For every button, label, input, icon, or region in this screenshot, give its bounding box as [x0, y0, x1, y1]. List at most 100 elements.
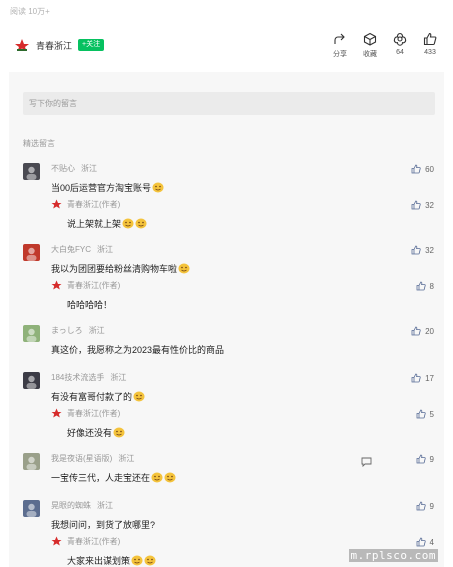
share-label: 分享 — [333, 51, 347, 58]
reply-like-button[interactable]: 8 — [416, 281, 434, 291]
reply-text-content: 大家来出谋划策 — [67, 556, 131, 566]
commenter-name[interactable]: まっしろ 浙江 — [51, 325, 105, 336]
comment-like-count: 20 — [425, 326, 434, 336]
comment-like-count: 17 — [425, 373, 434, 383]
comment-like-count: 32 — [425, 245, 434, 255]
comment-like-button[interactable]: 17 — [411, 373, 434, 383]
commenter-avatar[interactable] — [23, 325, 40, 342]
comment-text: 真这价，我愿称之为2023最有性价比的商品 — [51, 343, 224, 356]
comment-text-content: 我想问问，到货了放哪里? — [51, 520, 156, 530]
commenter-nickname[interactable]: 184技术流选手 — [51, 373, 104, 382]
thumbs-up-icon — [416, 501, 426, 511]
comment-text-content: 有没有富哥付款了的 — [51, 392, 133, 402]
comment-text: 当00后运营官方淘宝账号 — [51, 181, 164, 194]
commenter-location: 浙江 — [88, 326, 105, 335]
reply-text-content: 说上架就上架 — [67, 219, 122, 229]
collect-button[interactable]: 收藏 — [355, 32, 385, 59]
commenter-location: 浙江 — [97, 245, 113, 254]
share-icon — [334, 33, 345, 44]
commenter-avatar[interactable] — [23, 244, 40, 261]
thumbs-up-icon — [416, 281, 426, 291]
comment-like-button[interactable]: 9 — [416, 501, 434, 511]
commenter-name[interactable]: 不贴心 浙江 — [51, 163, 97, 174]
emoji-icon — [135, 218, 147, 229]
thumbs-up-icon — [416, 409, 426, 419]
comment-like-count: 9 — [429, 454, 434, 464]
flower-button[interactable]: 64 — [385, 32, 415, 59]
article-actions: 分享 收藏 64 433 — [325, 32, 445, 59]
comment-text: 我以为团团要给粉丝清购物车啦 — [51, 262, 190, 275]
reply-like-button[interactable]: 4 — [416, 537, 434, 547]
reply-text: 大家来出谋划策 — [67, 554, 156, 567]
follow-button[interactable]: +关注 — [78, 39, 105, 51]
author-avatar — [51, 199, 62, 209]
commenter-nickname[interactable]: 不贴心 — [51, 164, 75, 173]
comment-like-button[interactable]: 32 — [411, 245, 434, 255]
reply-author-name: 青春浙江(作者) — [67, 537, 121, 546]
emoji-icon — [152, 182, 164, 193]
comment-area: 写下你的留言 精选留言 不贴心 浙江 当00后运营官方淘宝账号 60 青春浙江(作者) 说… — [9, 72, 444, 567]
emoji-icon — [178, 263, 190, 274]
comment-text: 一宝传三代，人走宝还在 — [51, 471, 176, 484]
reply-like-count: 4 — [429, 537, 434, 547]
reply-author-name: 青春浙江(作者) — [67, 200, 121, 209]
comment-input-placeholder: 写下你的留言 — [29, 99, 77, 108]
commenter-nickname[interactable]: 晃眼的蜘蛛 — [51, 501, 91, 510]
flower-count: 64 — [396, 49, 404, 56]
reply-text-content: 好像还没有 — [67, 428, 113, 438]
comment-input[interactable]: 写下你的留言 — [23, 92, 435, 115]
reply-icon[interactable] — [361, 454, 372, 468]
comment-like-button[interactable]: 20 — [411, 326, 434, 336]
emoji-icon — [151, 472, 163, 483]
comment-text-content: 一宝传三代，人走宝还在 — [51, 473, 151, 483]
reply-text-content: 哈哈哈哈！ — [67, 300, 113, 310]
comment-like-button[interactable]: 60 — [411, 164, 434, 174]
commenter-location: 浙江 — [110, 373, 127, 382]
comment-text: 我想问问，到货了放哪里? — [51, 518, 155, 531]
account-row[interactable]: 青春浙江 +关注 — [14, 37, 105, 53]
collect-icon — [363, 32, 377, 46]
author-avatar — [51, 280, 62, 290]
reply-like-count: 32 — [425, 200, 434, 210]
reply-text: 哈哈哈哈！ — [67, 298, 112, 311]
thumbs-up-icon — [416, 454, 426, 464]
thumbs-up-icon — [411, 373, 421, 383]
commenter-avatar[interactable] — [23, 163, 40, 180]
read-count: 阅读 10万+ — [10, 7, 50, 16]
comment-text-content: 真这价，我愿称之为2023最有性价比的商品 — [51, 345, 225, 355]
reply-text: 说上架就上架 — [67, 217, 147, 230]
commenter-location: 浙江 — [81, 164, 97, 173]
account-name[interactable]: 青春浙江 — [36, 39, 72, 52]
comment-like-button[interactable]: 9 — [416, 454, 434, 464]
comment-like-count: 60 — [425, 164, 434, 174]
commenter-avatar[interactable] — [23, 500, 40, 517]
article-footer-bar: 阅读 10万+ 青春浙江 +关注 分享 收藏 64 433 — [0, 0, 453, 72]
thumbs-up-icon — [411, 245, 421, 255]
share-button[interactable]: 分享 — [325, 32, 355, 59]
account-logo-icon — [15, 39, 29, 51]
commenter-avatar[interactable] — [23, 453, 40, 470]
commenter-name[interactable]: 我是夜语(星语版) 浙江 — [51, 453, 134, 464]
watermark: m.rplsco.com — [348, 549, 438, 562]
commenter-nickname[interactable]: 我是夜语(星语版) — [51, 454, 112, 463]
comment-like-count: 9 — [429, 501, 434, 511]
featured-comments-title: 精选留言 — [23, 139, 55, 148]
reply-like-count: 8 — [429, 281, 434, 291]
commenter-name[interactable]: 大白兔FYC 浙江 — [51, 244, 113, 255]
like-button[interactable]: 433 — [415, 32, 445, 59]
emoji-icon — [133, 391, 145, 402]
commenter-location: 浙江 — [97, 501, 113, 510]
reply-author-name: 青春浙江(作者) — [67, 409, 121, 418]
comment-text-content: 我以为团团要给粉丝清购物车啦 — [51, 264, 178, 274]
author-avatar — [51, 408, 62, 418]
commenter-avatar[interactable] — [23, 372, 40, 389]
emoji-icon — [131, 555, 143, 566]
thumbs-up-icon — [411, 326, 421, 336]
reply-like-button[interactable]: 32 — [411, 200, 434, 210]
comment-text: 有没有富哥付款了的 — [51, 390, 145, 403]
commenter-name[interactable]: 晃眼的蜘蛛 浙江 — [51, 500, 113, 511]
reply-like-button[interactable]: 5 — [416, 409, 434, 419]
commenter-nickname[interactable]: 大白兔FYC — [51, 245, 91, 254]
commenter-name[interactable]: 184技术流选手 浙江 — [51, 372, 126, 383]
commenter-nickname[interactable]: まっしろ — [51, 326, 83, 335]
